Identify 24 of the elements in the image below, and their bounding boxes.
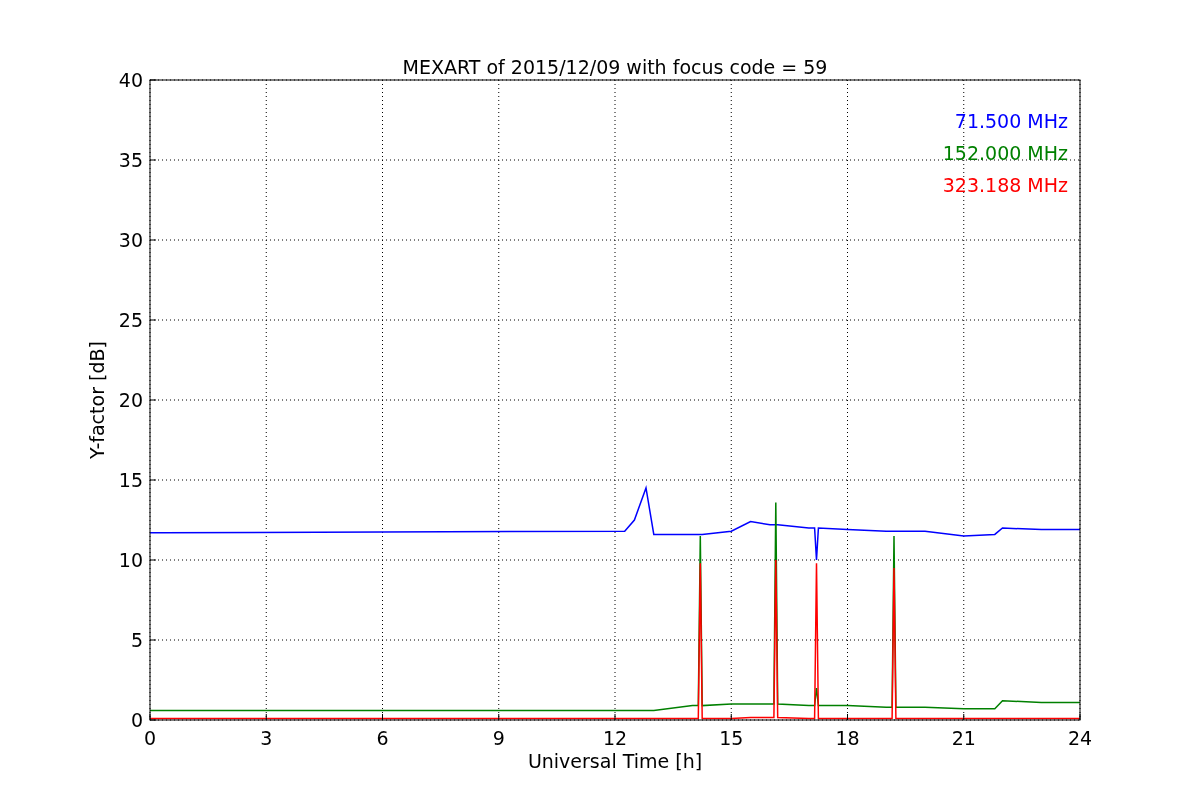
tick-label: 25 (118, 309, 143, 331)
tick-label: 18 (835, 727, 860, 749)
tick-label: 5 (130, 629, 143, 651)
tick-label: 3 (260, 727, 273, 749)
tick-label: 21 (951, 727, 976, 749)
tick-label: 35 (118, 149, 143, 171)
tick-label: 12 (602, 727, 628, 749)
tick-label: 15 (719, 727, 744, 749)
tick-label: 0 (130, 709, 143, 731)
tick-label: 6 (376, 727, 389, 749)
axis-label: Universal Time [h] (527, 750, 703, 772)
legend-label: 152.000 MHz (942, 142, 1068, 164)
chart-title: MEXART of 2015/12/09 with focus code = 59 (402, 56, 828, 78)
tick-label: 10 (118, 549, 143, 571)
tick-label: 40 (118, 69, 143, 91)
tick-label: 0 (143, 727, 157, 749)
tick-label: 30 (118, 229, 143, 251)
axis-label: Y-factor [dB] (86, 341, 108, 459)
tick-label: 20 (118, 389, 143, 411)
legend-label: 71.500 MHz (954, 110, 1068, 132)
tick-label: 15 (118, 469, 143, 491)
tick-label: 24 (1067, 727, 1093, 749)
legend-label: 323.188 MHz (942, 174, 1068, 196)
tick-label: 9 (492, 727, 505, 749)
